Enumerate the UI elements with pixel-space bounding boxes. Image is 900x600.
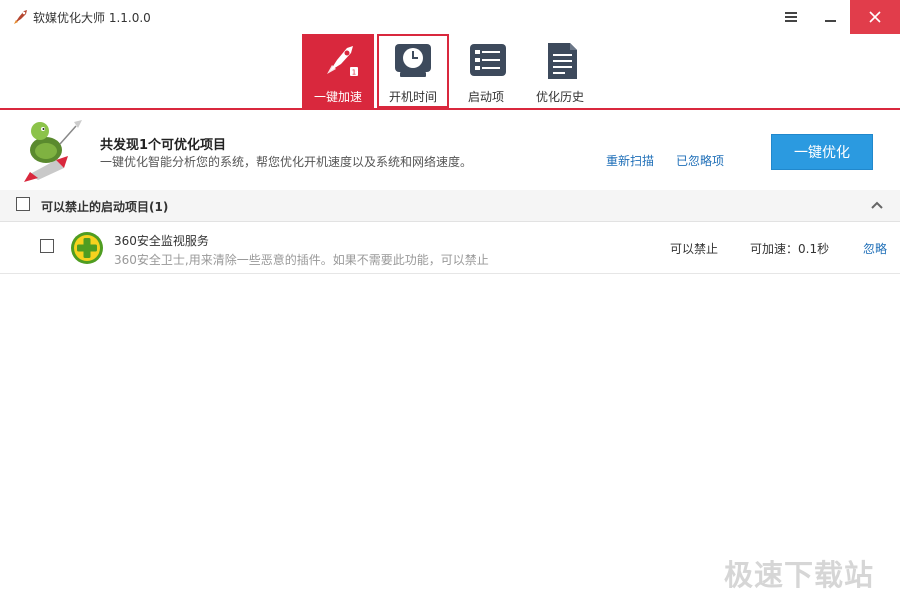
title-bar: 软媒优化大师 1.1.0.0 [0, 0, 900, 34]
item-name: 360安全监视服务 [114, 234, 209, 248]
tab-optimization-history[interactable]: 优化历史 [524, 34, 596, 108]
item-status: 可以禁止 [670, 242, 719, 256]
close-icon [869, 11, 881, 23]
tab-boot-time[interactable]: 开机时间 [377, 34, 449, 108]
ignore-link[interactable]: 忽略 [863, 240, 887, 257]
hamburger-icon [785, 12, 797, 22]
item-speedup: 可加速：0.1秒 [750, 242, 830, 256]
summary-title: 共发现1个可优化项目 [100, 138, 227, 153]
item-description: 360安全卫士,用来清除一些恶意的插件。如果不需要此功能，可以禁止 [114, 253, 489, 267]
clock-icon [395, 44, 431, 77]
tab-one-click-speedup[interactable]: 1 一键加速 [302, 34, 374, 108]
tab-label: 开机时间 [388, 90, 437, 104]
row-checkbox[interactable] [40, 239, 54, 253]
summary-description: 一键优化智能分析您的系统，帮您优化开机速度以及系统和网络速度。 [100, 155, 473, 169]
table-row: 360安全监视服务 360安全卫士,用来清除一些恶意的插件。如果不需要此功能，可… [0, 222, 900, 274]
section-title: 可以禁止的启动项目(1) [41, 200, 169, 214]
tab-startup-items[interactable]: 启动项 [450, 34, 522, 108]
section-header: 可以禁止的启动项目(1) [0, 190, 900, 222]
startup-list-icon [470, 44, 506, 76]
app-rocket-icon [14, 10, 27, 24]
svg-text:1: 1 [352, 69, 356, 77]
ignored-items-link[interactable]: 已忽略项 [676, 152, 724, 169]
tab-label: 一键加速 [313, 90, 362, 104]
rescan-link[interactable]: 重新扫描 [606, 152, 654, 169]
rocket-icon: 1 [327, 46, 358, 77]
history-document-icon [548, 43, 577, 79]
chevron-up-icon[interactable] [871, 199, 883, 211]
watermark: 极速下载站 [724, 558, 875, 592]
select-all-checkbox[interactable] [16, 197, 30, 211]
turtle-mascot-icon [24, 120, 82, 182]
360-safe-icon [71, 232, 103, 264]
window-title: 软媒优化大师 1.1.0.0 [33, 11, 151, 25]
scan-summary: 共发现1个可优化项目 一键优化智能分析您的系统，帮您优化开机速度以及系统和网络速… [0, 110, 900, 191]
one-click-optimize-button[interactable]: 一键优化 [771, 134, 873, 170]
tab-label: 优化历史 [535, 90, 584, 104]
main-toolbar: 1 一键加速 开机时间 启动项 优化历史 [0, 34, 900, 110]
menu-button[interactable] [772, 0, 810, 34]
minimize-button[interactable] [811, 0, 849, 34]
minimize-icon [824, 20, 836, 22]
close-button[interactable] [850, 0, 900, 34]
tab-label: 启动项 [467, 90, 504, 104]
